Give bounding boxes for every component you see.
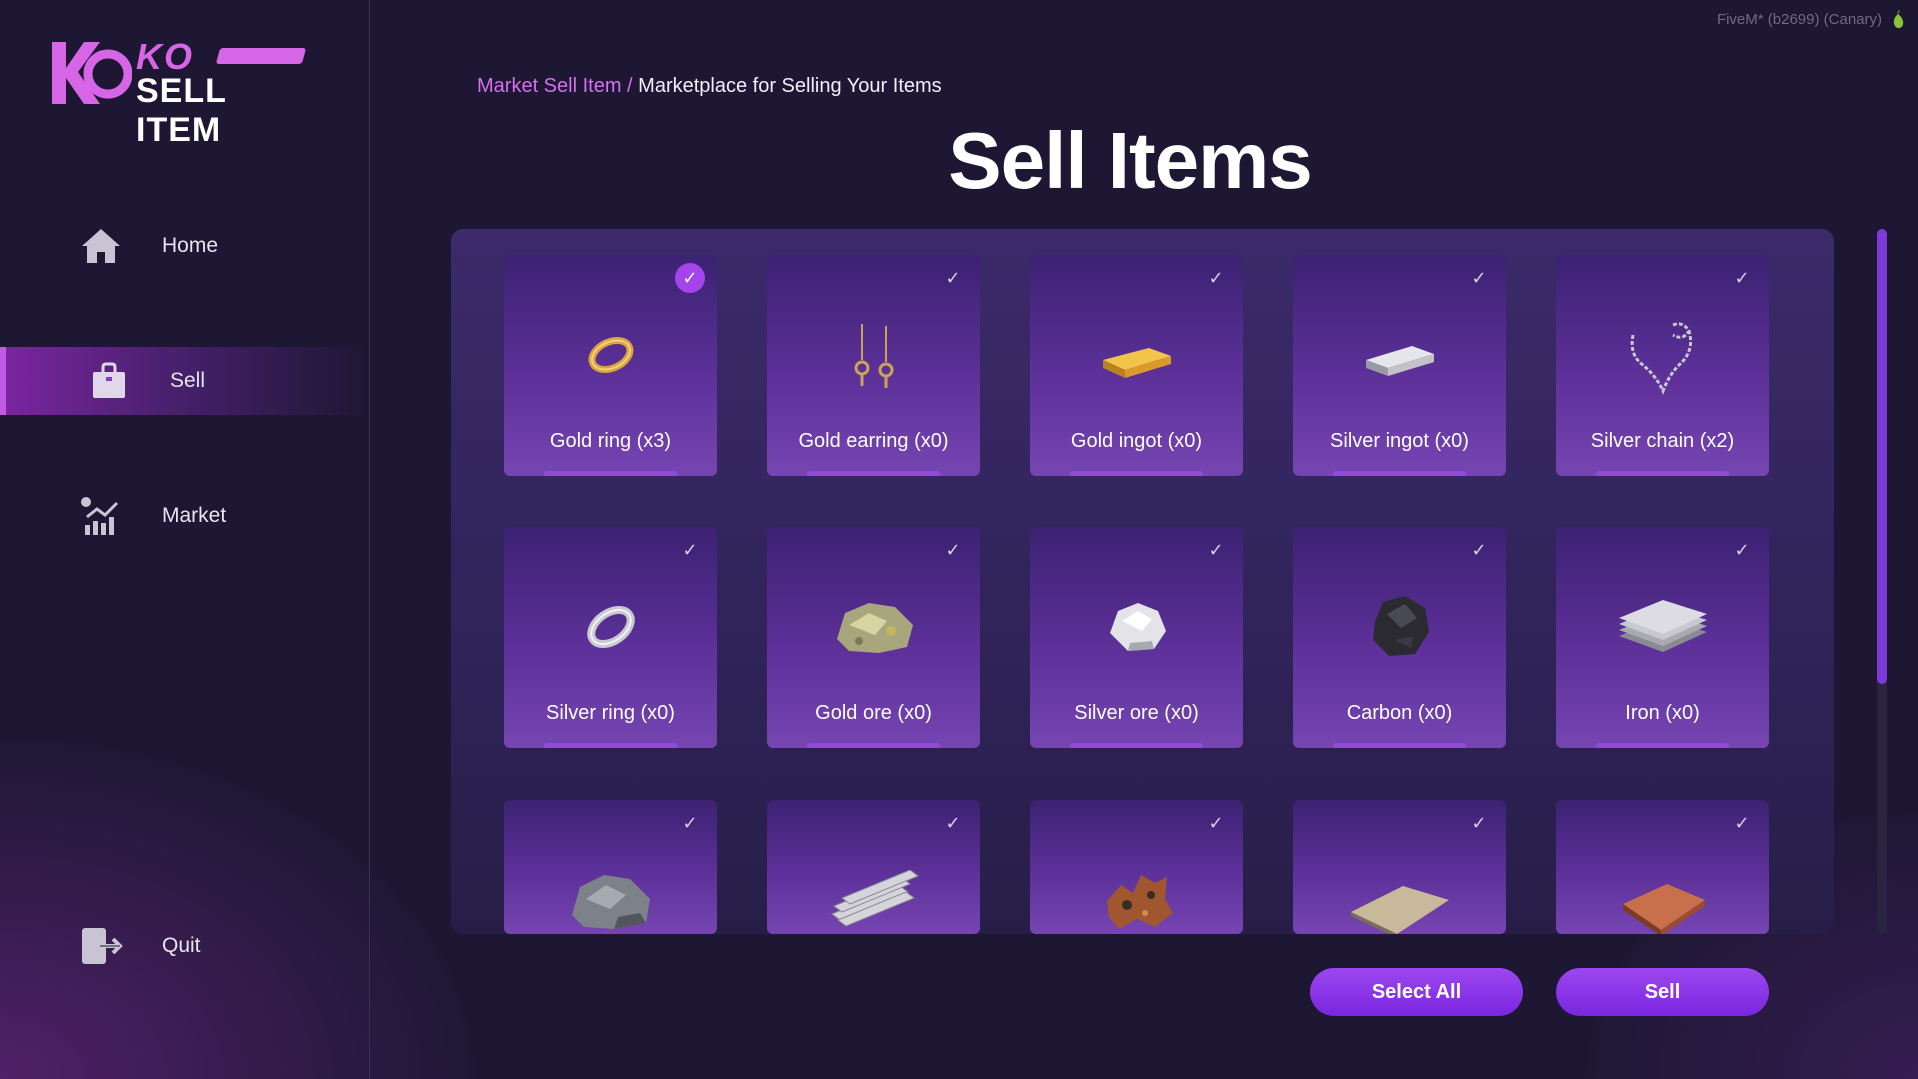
home-icon xyxy=(79,224,123,268)
logo-accent-bar xyxy=(215,48,307,64)
card-underbar xyxy=(544,743,677,748)
app-logo: KO SELL ITEM xyxy=(48,36,308,149)
checkmark-icon[interactable]: ✓ xyxy=(1464,808,1494,838)
checkmark-icon[interactable]: ✓ xyxy=(1727,808,1757,838)
silver-ingot-icon xyxy=(1293,305,1506,405)
item-card[interactable]: ✓ Silver chain (x2) xyxy=(1556,255,1769,476)
item-name: Silver chain (x2) xyxy=(1590,430,1735,452)
sidebar-item-quit[interactable]: Quit xyxy=(0,912,369,980)
items-panel: ✓ Gold ring (x3) ✓ Gold earring (x0) ✓ G… xyxy=(451,229,1834,934)
page-title: Sell Items xyxy=(948,116,1313,205)
checkmark-icon[interactable]: ✓ xyxy=(938,808,968,838)
checkmark-icon[interactable]: ✓ xyxy=(675,808,705,838)
carbon-icon xyxy=(1293,577,1506,677)
checkmark-icon[interactable]: ✓ xyxy=(675,263,705,293)
exit-icon xyxy=(80,924,124,968)
item-name: Carbon (x0) xyxy=(1346,702,1453,724)
ko-logo-mark xyxy=(52,42,132,104)
silver-chain-icon xyxy=(1556,305,1769,405)
sidebar-item-home[interactable]: Home xyxy=(0,212,369,280)
breadcrumb: Market Sell Item / Marketplace for Selli… xyxy=(477,75,942,98)
breadcrumb-link[interactable]: Market Sell Item / xyxy=(477,75,633,97)
item-card[interactable]: ✓ Gold ingot (x0) xyxy=(1030,255,1243,476)
item-card[interactable]: ✓ Gold earring (x0) xyxy=(767,255,980,476)
card-underbar xyxy=(807,743,940,748)
item-name: Gold ore (x0) xyxy=(815,702,932,724)
iron-sheets-icon xyxy=(1556,577,1769,677)
select-all-button[interactable]: Select All xyxy=(1310,968,1523,1016)
card-underbar xyxy=(1333,743,1466,748)
sidebar: KO SELL ITEM Home Sell Market Quit xyxy=(0,0,370,1079)
checkmark-icon[interactable]: ✓ xyxy=(1201,808,1231,838)
checkmark-icon[interactable]: ✓ xyxy=(1464,535,1494,565)
sidebar-item-sell[interactable]: Sell xyxy=(0,347,369,415)
card-underbar xyxy=(544,471,677,476)
checkmark-icon[interactable]: ✓ xyxy=(938,263,968,293)
copper-sheet-icon xyxy=(1556,850,1769,934)
silver-ring-icon xyxy=(504,577,717,677)
item-card[interactable]: ✓ xyxy=(1030,800,1243,934)
item-name: Gold ingot (x0) xyxy=(1070,430,1203,452)
sidebar-item-label: Home xyxy=(162,234,219,257)
items-grid: ✓ Gold ring (x3) ✓ Gold earring (x0) ✓ G… xyxy=(504,255,1804,934)
rock-ore-icon xyxy=(504,850,717,934)
item-card[interactable]: ✓ xyxy=(1556,800,1769,934)
item-card[interactable]: ✓ xyxy=(504,800,717,934)
checkmark-icon[interactable]: ✓ xyxy=(1727,263,1757,293)
card-underbar xyxy=(1596,471,1729,476)
breadcrumb-current: Marketplace for Selling Your Items xyxy=(638,75,942,97)
item-card[interactable]: ✓ Carbon (x0) xyxy=(1293,527,1506,748)
item-card[interactable]: ✓ Gold ring (x3) xyxy=(504,255,717,476)
market-chart-icon xyxy=(78,494,122,538)
item-card[interactable]: ✓ Silver ingot (x0) xyxy=(1293,255,1506,476)
sidebar-item-label: Quit xyxy=(162,934,201,957)
fivem-pear-icon xyxy=(1893,10,1904,29)
gold-ingot-icon xyxy=(1030,305,1243,405)
item-name: Silver ingot (x0) xyxy=(1330,430,1469,452)
sidebar-item-label: Market xyxy=(162,504,227,527)
build-info: FiveM* (b2699) (Canary) xyxy=(1716,11,1882,28)
scrollbar[interactable] xyxy=(1877,229,1887,934)
card-underbar xyxy=(1070,471,1203,476)
sidebar-item-label: Sell xyxy=(170,369,206,392)
item-name: Gold ring (x3) xyxy=(549,430,672,452)
aluminum-sheet-icon xyxy=(1293,850,1506,934)
item-name: Gold earring (x0) xyxy=(798,430,949,452)
item-name: Silver ring (x0) xyxy=(546,702,675,724)
logo-text-bottom: SELL ITEM xyxy=(136,72,227,149)
card-underbar xyxy=(1070,743,1203,748)
copper-ore-icon xyxy=(1030,850,1243,934)
shopping-bag-icon xyxy=(87,359,131,403)
checkmark-icon[interactable]: ✓ xyxy=(1727,535,1757,565)
checkmark-icon[interactable]: ✓ xyxy=(675,535,705,565)
item-card[interactable]: ✓ Silver ring (x0) xyxy=(504,527,717,748)
checkmark-icon[interactable]: ✓ xyxy=(1464,263,1494,293)
item-name: Silver ore (x0) xyxy=(1074,702,1199,724)
checkmark-icon[interactable]: ✓ xyxy=(938,535,968,565)
checkmark-icon[interactable]: ✓ xyxy=(1201,535,1231,565)
gold-ring-icon xyxy=(504,305,717,405)
scrollbar-thumb[interactable] xyxy=(1877,229,1887,684)
item-card[interactable]: ✓ xyxy=(1293,800,1506,934)
item-card[interactable]: ✓ Iron (x0) xyxy=(1556,527,1769,748)
gold-ore-icon xyxy=(767,577,980,677)
checkmark-icon[interactable]: ✓ xyxy=(1201,263,1231,293)
gold-earring-icon xyxy=(767,305,980,405)
card-underbar xyxy=(807,471,940,476)
item-name: Iron (x0) xyxy=(1625,702,1700,724)
steel-bars-icon xyxy=(767,850,980,934)
sidebar-item-market[interactable]: Market xyxy=(0,482,369,550)
item-card[interactable]: ✓ xyxy=(767,800,980,934)
silver-ore-icon xyxy=(1030,577,1243,677)
card-underbar xyxy=(1333,471,1466,476)
item-card[interactable]: ✓ Gold ore (x0) xyxy=(767,527,980,748)
card-underbar xyxy=(1596,743,1729,748)
sell-button[interactable]: Sell xyxy=(1556,968,1769,1016)
item-card[interactable]: ✓ Silver ore (x0) xyxy=(1030,527,1243,748)
